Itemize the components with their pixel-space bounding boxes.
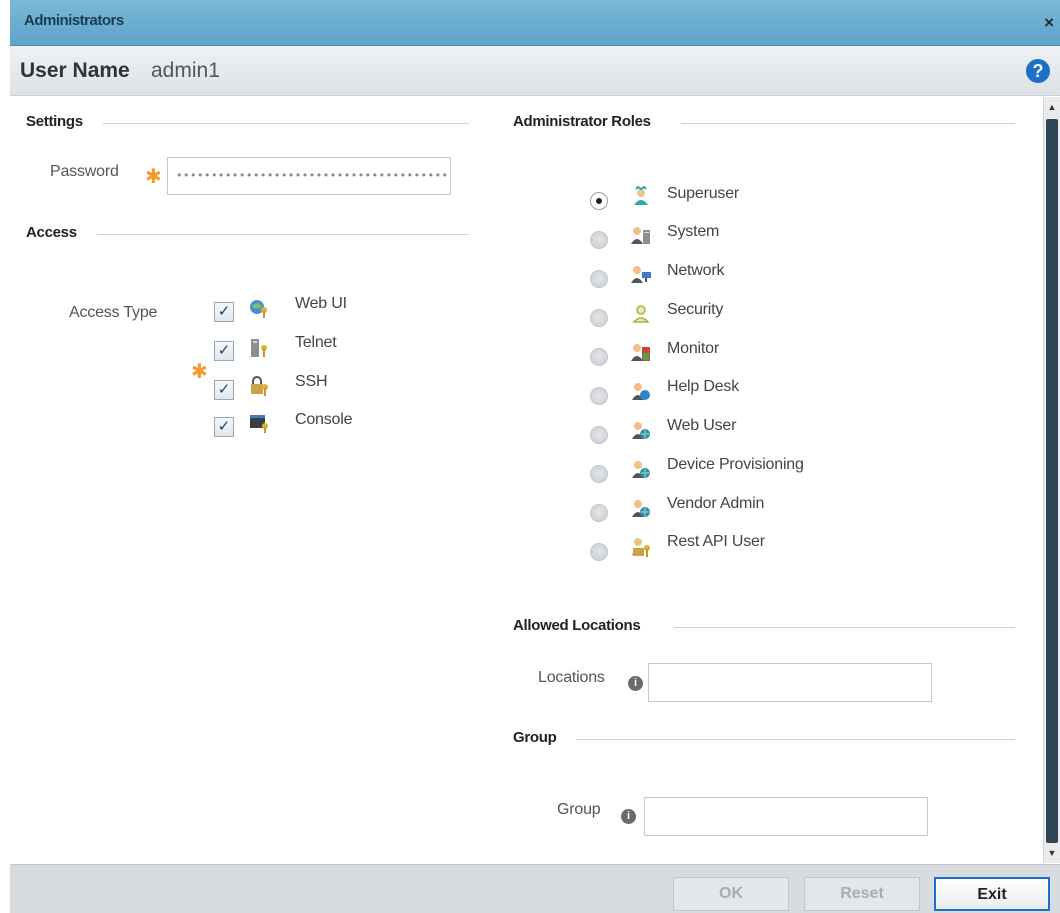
required-star-icon: ✱ [145, 166, 162, 188]
vertical-scrollbar[interactable]: ▲ ▼ [1043, 97, 1060, 863]
role-label: Vendor Admin [667, 495, 765, 512]
locations-label: Locations [538, 669, 605, 686]
locations-input[interactable] [648, 663, 932, 702]
dialog-titlebar: Administrators × [10, 0, 1060, 46]
access-type-label: Access Type [69, 304, 158, 321]
info-icon[interactable]: i [628, 676, 643, 691]
access-heading: Access [26, 224, 77, 241]
role-radio-device-provisioning[interactable] [590, 465, 608, 483]
user-name-bar: User Name admin1 ? [10, 46, 1060, 96]
role-radio-vendor-admin[interactable] [590, 504, 608, 522]
settings-divider [103, 123, 469, 124]
access-item-label: Console [295, 411, 353, 428]
role-label: Web User [667, 417, 737, 434]
superuser-icon [634, 185, 648, 205]
access-item-label: Telnet [295, 334, 337, 351]
role-radio-system[interactable] [590, 231, 608, 249]
password-label: Password [50, 163, 119, 180]
scroll-down-icon[interactable]: ▼ [1044, 845, 1060, 861]
ssh-icon [251, 376, 268, 396]
role-radio-rest-api-user[interactable] [590, 543, 608, 561]
ok-button[interactable]: OK [673, 877, 789, 911]
role-label: Help Desk [667, 378, 740, 395]
dialog-content: Settings Password ✱ ••••••••••••••••••••… [10, 97, 1040, 863]
network-icon [631, 266, 651, 283]
web-ui-icon [250, 300, 267, 318]
group-input[interactable] [644, 797, 928, 836]
user-name-value: admin1 [151, 59, 220, 82]
reset-button[interactable]: Reset [804, 877, 920, 911]
group-heading: Group [513, 729, 557, 746]
role-label: Device Provisioning [667, 456, 804, 473]
role-radio-superuser[interactable] [590, 192, 608, 210]
access-item-label: Web UI [295, 295, 347, 312]
roles-divider [681, 123, 1015, 124]
console-checkbox[interactable]: ✓ [214, 417, 234, 437]
role-radio-monitor[interactable] [590, 348, 608, 366]
close-icon[interactable]: × [1044, 13, 1054, 33]
password-field[interactable]: ••••••••••••••••••••••••••••••••••••••••… [167, 157, 451, 195]
role-label: Network [667, 262, 725, 279]
dialog-footer: OK Reset Exit [10, 864, 1060, 913]
scroll-up-icon[interactable]: ▲ [1044, 99, 1060, 115]
group-label: Group [557, 801, 601, 818]
system-icon [631, 227, 650, 244]
web-ui-checkbox[interactable]: ✓ [214, 302, 234, 322]
rest-api-user-icon [632, 538, 650, 557]
telnet-icon [251, 339, 267, 357]
role-radio-network[interactable] [590, 270, 608, 288]
access-divider [97, 234, 469, 235]
role-radio-help-desk[interactable] [590, 387, 608, 405]
access-item-label: SSH [295, 373, 328, 390]
role-label: Security [667, 301, 724, 318]
vendor-admin-icon [632, 500, 650, 517]
monitor-icon [631, 344, 650, 361]
group-divider [576, 739, 1015, 740]
security-icon [632, 305, 650, 323]
scrollbar-thumb[interactable] [1046, 119, 1058, 843]
user-name-label: User Name [20, 59, 130, 82]
allowed-locations-heading: Allowed Locations [513, 617, 641, 634]
dialog-title: Administrators [24, 12, 124, 29]
locations-divider [674, 627, 1015, 628]
ssh-checkbox[interactable]: ✓ [214, 380, 234, 400]
settings-heading: Settings [26, 113, 83, 130]
console-icon [250, 415, 268, 433]
exit-button[interactable]: Exit [934, 877, 1050, 911]
role-label: Rest API User [667, 533, 765, 550]
web-user-icon [632, 422, 650, 439]
info-icon[interactable]: i [621, 809, 636, 824]
role-radio-security[interactable] [590, 309, 608, 327]
admin-roles-heading: Administrator Roles [513, 113, 651, 130]
role-label: Monitor [667, 340, 719, 357]
help-desk-icon [632, 383, 650, 400]
role-radio-web-user[interactable] [590, 426, 608, 444]
role-label: System [667, 223, 720, 240]
help-icon[interactable]: ? [1026, 59, 1050, 83]
required-star-icon: ✱ [191, 361, 208, 383]
role-label: Superuser [667, 185, 740, 202]
telnet-checkbox[interactable]: ✓ [214, 341, 234, 361]
device-provisioning-icon [632, 461, 650, 478]
